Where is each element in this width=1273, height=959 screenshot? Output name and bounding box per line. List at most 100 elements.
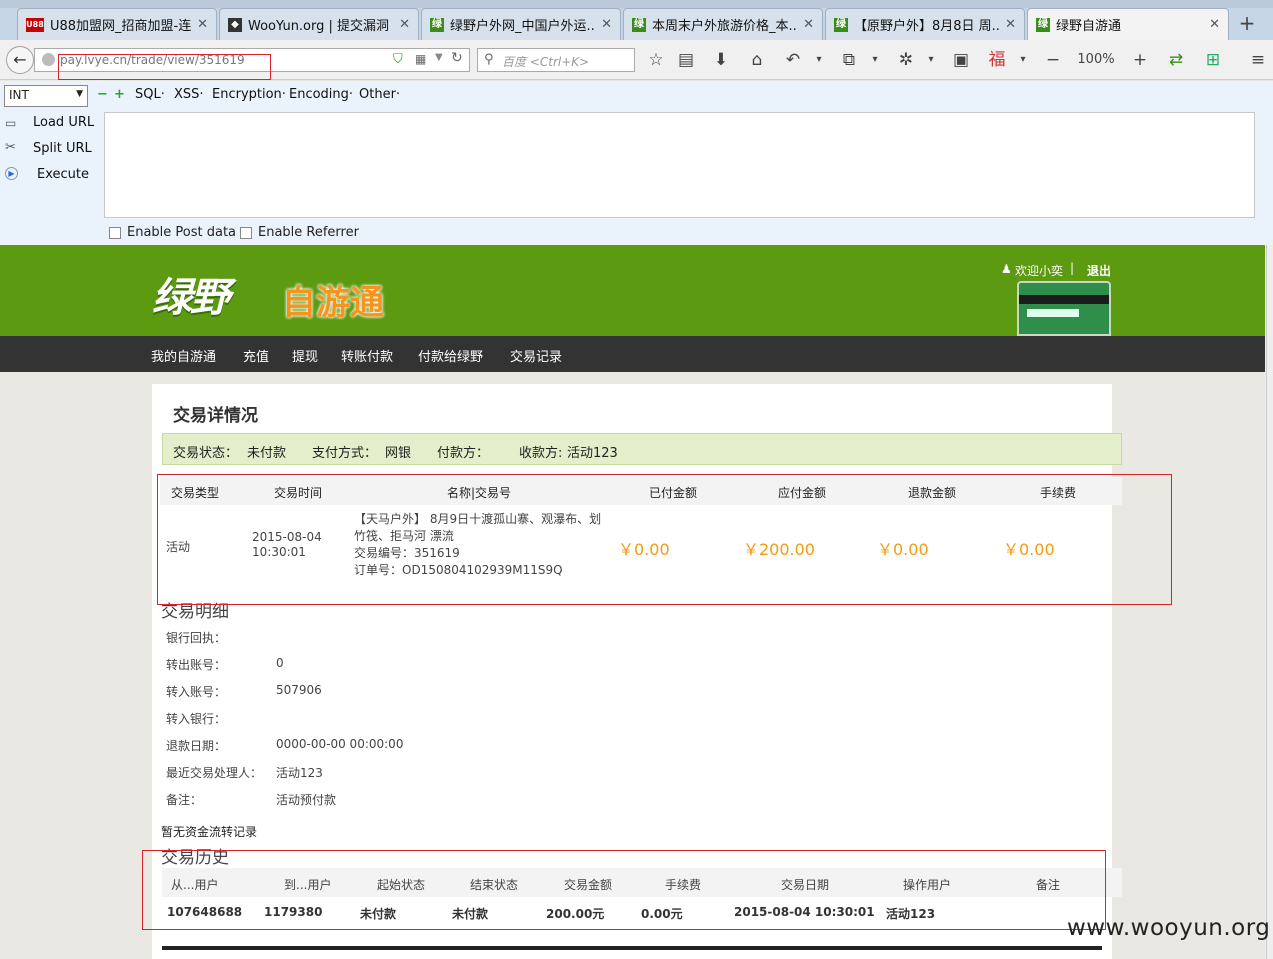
nav-withdraw[interactable]: 提现 (292, 346, 318, 365)
site-nav: 我的自游通 充值 提现 转账付款 付款给绿野 交易记录 (0, 336, 1265, 372)
payee-value: 活动123 (567, 446, 618, 461)
detail-value: 活动预付款 (276, 793, 337, 807)
shield-icon[interactable]: ⛉ (393, 52, 403, 67)
detail-label: 转出账号： (166, 658, 227, 672)
execute-button[interactable]: Execute (37, 167, 89, 182)
split-url-icon: ✂ (5, 140, 16, 155)
reading-list-icon[interactable]: ▤ (673, 47, 699, 73)
lvye-logo[interactable]: 绿野 (152, 265, 230, 323)
select-value: INT (9, 88, 29, 102)
fortune-icon[interactable]: 福 (984, 47, 1010, 73)
hackbar-url-textarea[interactable] (104, 112, 1255, 218)
tab-lvye-home[interactable]: 绿 绿野户外网_中国户外运... ✕ (421, 8, 621, 40)
trade-status-bar: 交易状态： 未付款 支付方式： 网银 付款方： 收款方: 活动123 (162, 433, 1122, 465)
undo-icon[interactable]: ↶ (780, 47, 806, 73)
enable-post-checkbox[interactable]: Enable Post data (109, 225, 236, 240)
navigation-toolbar: ← pay.lvye.cn/trade/view/351619 ⛉ ▦ ▼ ↻ … (0, 40, 1273, 80)
detail-label: 备注： (166, 793, 203, 807)
checkbox-box[interactable] (240, 226, 252, 239)
close-tab-icon[interactable]: ✕ (197, 17, 208, 32)
back-button[interactable]: ← (6, 46, 34, 74)
nav-my-ziyoutong[interactable]: 我的自游通 (151, 346, 216, 365)
tab-bar: U88 U88加盟网_招商加盟-连... ✕ ◆ WooYun.org | 提交… (0, 0, 1273, 40)
hackbar-panel: INT ▼ − + SQL· XSS· Encryption· Encoding… (0, 81, 1273, 245)
tab-title: 绿野自游通 (1056, 19, 1122, 34)
tab-weekend[interactable]: 绿 本周末户外旅游价格_本... ✕ (623, 8, 823, 40)
scrollbar-track[interactable] (1266, 245, 1272, 959)
dropdown-icon[interactable]: ▾ (806, 47, 832, 73)
qrcode-icon[interactable]: ▦ (415, 52, 426, 66)
new-tab-button[interactable]: + (1237, 12, 1257, 36)
menu-sql[interactable]: SQL· (135, 87, 165, 102)
tab-title: U88加盟网_招商加盟-连... (50, 19, 192, 34)
site-header: 绿野 自游通 ♟ 欢迎小奕 | 退出 (0, 245, 1265, 336)
nav-recharge[interactable]: 充值 (243, 346, 269, 365)
dropdown-icon[interactable]: ▾ (918, 47, 944, 73)
welcome-text: 欢迎小奕 (1015, 264, 1064, 278)
dropdown-icon[interactable]: ▾ (862, 47, 888, 73)
tab-title: 绿野户外网_中国户外运... (450, 19, 596, 34)
menu-other[interactable]: Other· (359, 87, 400, 102)
menu-icon[interactable]: ≡ (1245, 47, 1271, 73)
dropdown-icon[interactable]: ▼ (435, 52, 443, 63)
bookmark-star-icon[interactable]: ☆ (643, 47, 669, 73)
reload-icon[interactable]: ↻ (451, 50, 463, 66)
screenshot-crop-icon[interactable]: ⧉ (836, 47, 862, 73)
hackbar-type-select[interactable]: INT ▼ (4, 85, 88, 107)
detail-row: 最近交易处理人： 活动123 (166, 764, 566, 791)
addon-icon[interactable]: ⊞ (1200, 47, 1226, 73)
menu-encoding[interactable]: Encoding· (289, 87, 353, 102)
nav-trade-records[interactable]: 交易记录 (510, 346, 562, 365)
split-url-button[interactable]: Split URL (33, 141, 92, 156)
tab-wooyun[interactable]: ◆ WooYun.org | 提交漏洞 ✕ (219, 8, 419, 40)
dropdown-icon[interactable]: ▾ (1010, 47, 1036, 73)
translate-icon[interactable]: ⇄ (1163, 47, 1189, 73)
detail-value: 0000-00-00 00:00:00 (276, 737, 404, 751)
globe-icon (42, 53, 55, 66)
enable-referrer-checkbox[interactable]: Enable Referrer (240, 225, 359, 240)
home-icon[interactable]: ⌂ (744, 47, 770, 73)
logout-link[interactable]: 退出 (1087, 262, 1111, 279)
tab-yuanye[interactable]: 绿 【原野户外】8月8日 周... ✕ (825, 8, 1025, 40)
increase-icon[interactable]: + (114, 87, 125, 102)
zoom-level: 100% (1077, 52, 1115, 67)
close-tab-icon[interactable]: ✕ (1209, 17, 1220, 32)
page-scrollbar[interactable] (1265, 245, 1273, 959)
zoom-out-icon[interactable]: − (1040, 47, 1066, 73)
close-tab-icon[interactable]: ✕ (1005, 17, 1016, 32)
header-divider: | (1070, 261, 1075, 275)
load-url-button[interactable]: Load URL (33, 115, 94, 130)
detail-row: 备注： 活动预付款 (166, 791, 566, 818)
detail-value: 活动123 (276, 766, 323, 780)
watermark: www.wooyun.org (1067, 915, 1271, 941)
menu-xss[interactable]: XSS· (174, 87, 204, 102)
nav-pay-lvye[interactable]: 付款给绿野 (418, 346, 483, 365)
execute-icon: ▶ (5, 167, 18, 180)
tab-ziyoutong[interactable]: 绿 绿野自游通 ✕ (1027, 8, 1229, 40)
search-input[interactable]: ⚲ 百度 <Ctrl+K> (477, 48, 635, 72)
menu-encryption[interactable]: Encryption· (212, 87, 286, 102)
pay-method-label: 支付方式： (312, 446, 378, 461)
lvye-favicon-icon: 绿 (1036, 17, 1050, 32)
checkbox-box[interactable] (109, 226, 121, 239)
close-tab-icon[interactable]: ✕ (803, 17, 814, 32)
detail-row: 银行回执： (166, 629, 566, 656)
nav-transfer[interactable]: 转账付款 (341, 346, 393, 365)
ziyoutong-logo: 自游通 (282, 283, 384, 323)
decrease-icon[interactable]: − (97, 87, 108, 102)
firebug-icon[interactable]: ✲ (893, 47, 919, 73)
tab-u88[interactable]: U88 U88加盟网_招商加盟-连... ✕ (17, 8, 217, 40)
url-highlight-box (58, 54, 271, 80)
checkbox-label: Enable Post data (127, 225, 237, 240)
lvye-favicon-icon: 绿 (632, 17, 646, 32)
zoom-in-icon[interactable]: + (1127, 47, 1153, 73)
detail-value: 507906 (276, 683, 322, 697)
download-icon[interactable]: ⬇ (708, 47, 734, 73)
clean-icon[interactable]: ▣ (948, 47, 974, 73)
detail-value: 0 (276, 656, 284, 670)
status-value: 未付款 (247, 446, 287, 461)
close-tab-icon[interactable]: ✕ (601, 17, 612, 32)
detail-list: 银行回执： 转出账号： 0 转入账号： 507906 转入银行： 退款日期： 0000… (166, 629, 566, 818)
close-tab-icon[interactable]: ✕ (399, 17, 410, 32)
no-flow-text: 暂无资金流转记录 (161, 825, 258, 839)
